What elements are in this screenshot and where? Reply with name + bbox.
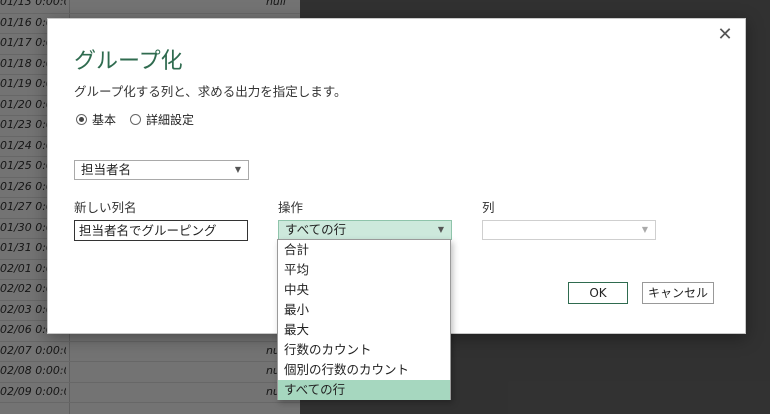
operation-select[interactable]: すべての行 ▼ — [278, 220, 452, 240]
radio-basic-label: 基本 — [92, 113, 117, 127]
operation-option-all-rows[interactable]: すべての行 — [278, 380, 450, 400]
radio-advanced[interactable]: 詳細設定 — [130, 111, 194, 128]
cancel-button[interactable]: キャンセル — [642, 282, 714, 304]
radio-basic-indicator[interactable] — [76, 114, 87, 125]
column-select[interactable]: ▼ — [482, 220, 656, 240]
dialog-description: グループ化する列と、求める出力を指定します。 — [74, 84, 347, 99]
operation-option-sum[interactable]: 合計 — [278, 240, 450, 260]
operation-option-median[interactable]: 中央 — [278, 280, 450, 300]
close-icon[interactable]: ✕ — [715, 25, 735, 45]
operation-option-average[interactable]: 平均 — [278, 260, 450, 280]
operation-option-count-distinct-rows[interactable]: 個別の行数のカウント — [278, 360, 450, 380]
chevron-down-icon: ▼ — [437, 225, 444, 234]
chevron-down-icon: ▼ — [641, 225, 648, 234]
operation-option-count-rows[interactable]: 行数のカウント — [278, 340, 450, 360]
group-by-column-value: 担当者名 — [81, 162, 132, 177]
operation-option-max[interactable]: 最大 — [278, 320, 450, 340]
dialog-title: グループ化 — [74, 49, 183, 74]
chevron-down-icon: ▼ — [234, 165, 241, 174]
operation-select-value: すべての行 — [285, 222, 347, 237]
operation-label: 操作 — [278, 200, 304, 215]
radio-basic[interactable]: 基本 — [76, 111, 116, 128]
group-by-column-select[interactable]: 担当者名 ▼ — [74, 160, 249, 180]
operation-dropdown-list: 合計 平均 中央 最小 最大 行数のカウント 個別の行数のカウント すべての行 — [277, 239, 451, 400]
new-column-name-input[interactable]: 担当者名でグルーピング — [74, 220, 248, 241]
radio-advanced-label: 詳細設定 — [146, 113, 195, 127]
column-label: 列 — [482, 200, 495, 215]
operation-option-min[interactable]: 最小 — [278, 300, 450, 320]
radio-advanced-indicator[interactable] — [130, 114, 141, 125]
new-column-name-label: 新しい列名 — [74, 200, 137, 215]
ok-button[interactable]: OK — [568, 282, 628, 304]
